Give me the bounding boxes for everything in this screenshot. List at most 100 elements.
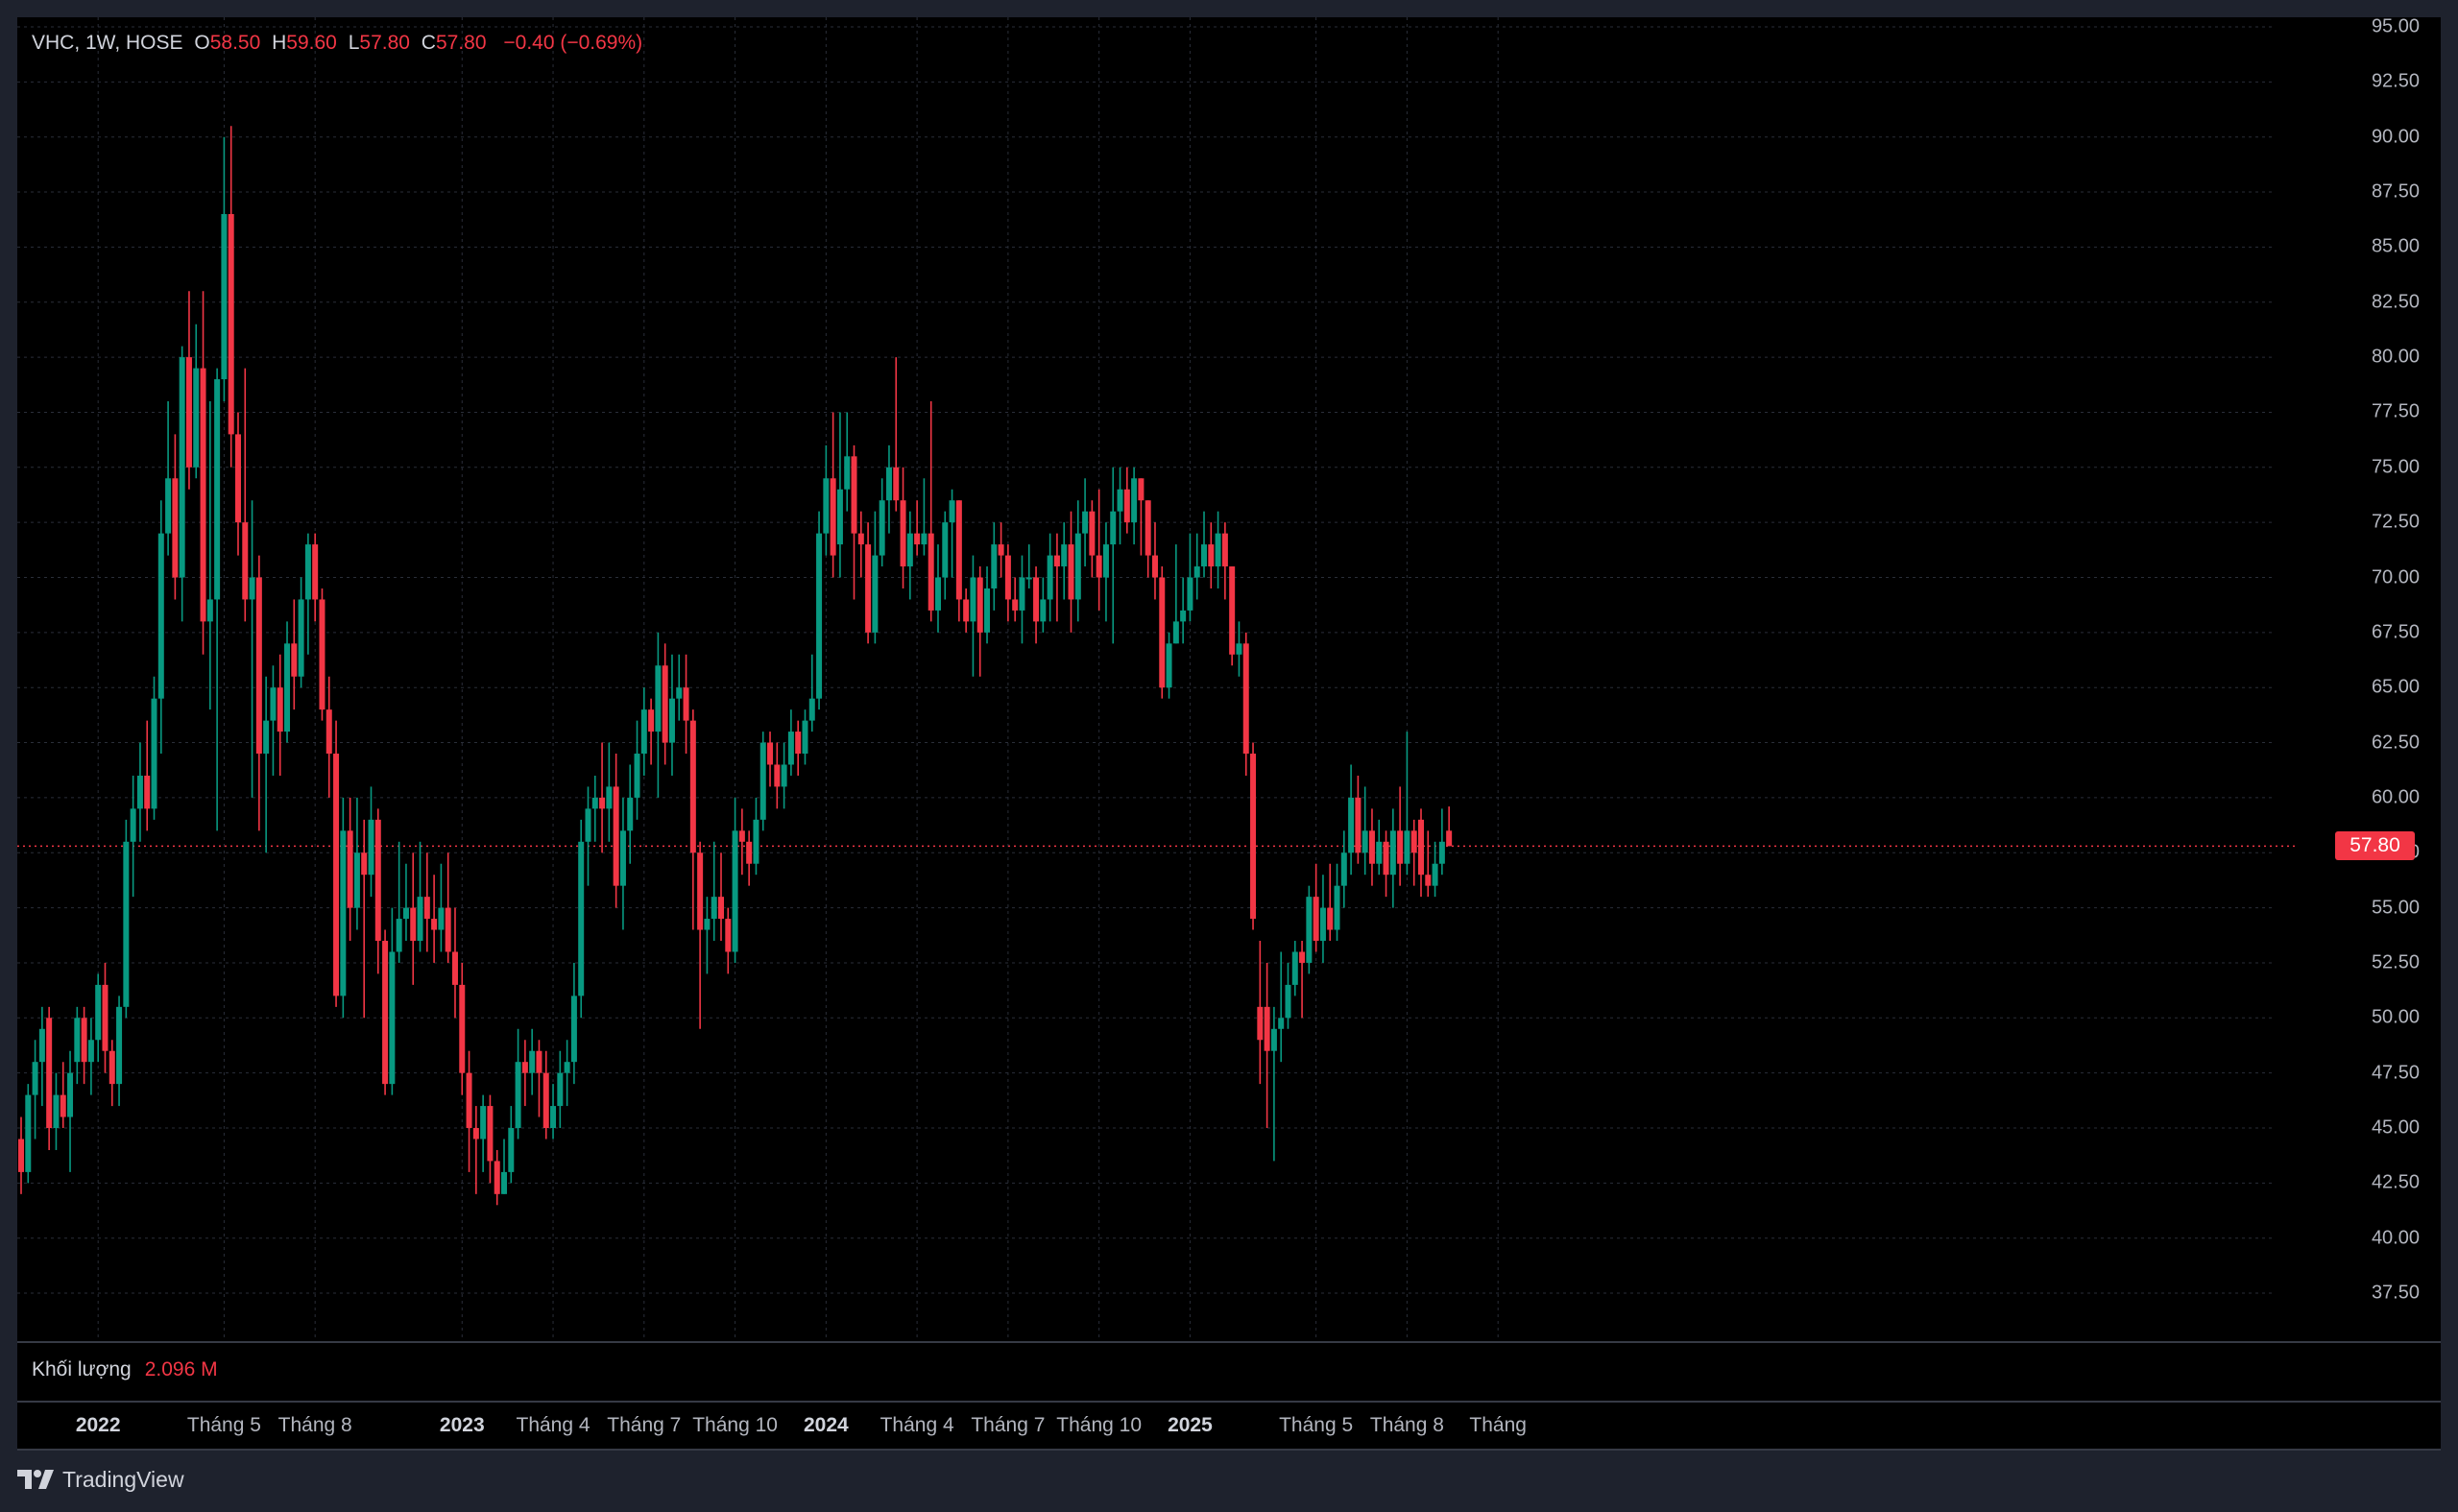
price-tick-label: 37.50	[2371, 1282, 2420, 1304]
candle-body	[521, 1062, 528, 1073]
candle-body	[95, 984, 102, 1041]
candle-body	[1110, 511, 1117, 545]
candle-body	[1242, 643, 1249, 755]
open-value: 58.50	[209, 32, 261, 54]
candle-body	[353, 852, 360, 908]
candle-body	[1313, 897, 1319, 942]
candle-body	[578, 841, 585, 996]
candle-body	[1208, 544, 1215, 567]
candle-body	[1047, 555, 1053, 600]
candle-body	[1082, 511, 1089, 534]
candle-body	[1278, 1018, 1285, 1029]
candle-body	[179, 357, 185, 578]
time-tick-label: Tháng 5	[186, 1414, 261, 1436]
candle-body	[893, 467, 900, 501]
candle-body	[732, 830, 738, 952]
candle-body	[963, 599, 970, 622]
candle-body	[417, 897, 423, 942]
candle-body	[157, 533, 164, 699]
candle-body	[214, 379, 221, 600]
candle	[1159, 566, 1166, 699]
candle-body	[591, 797, 598, 809]
time-tick-label: Tháng 7	[971, 1414, 1046, 1436]
candle-body	[872, 555, 879, 633]
candle-body	[1368, 830, 1375, 864]
price-tick-label: 82.50	[2371, 291, 2420, 313]
price-tick-label: 77.50	[2371, 400, 2420, 422]
candle-body	[1145, 500, 1151, 556]
candle-body	[529, 1050, 536, 1073]
candle	[123, 819, 130, 1019]
candle-body	[438, 907, 445, 930]
candle-body	[130, 808, 136, 842]
chart-canvas[interactable]	[0, 0, 2458, 1512]
candle-body	[1270, 1028, 1277, 1051]
candle-body	[1446, 830, 1453, 847]
candle-body	[445, 907, 451, 952]
candle-body	[746, 841, 753, 864]
candle-body	[1117, 489, 1123, 512]
candle-body	[1166, 643, 1172, 688]
chart-root: VHC, 1W, HOSE O58.50 H59.60 L57.80 C57.8…	[0, 0, 2458, 1512]
candle-body	[1340, 852, 1347, 886]
candle-body	[934, 577, 941, 611]
candle-body	[402, 907, 409, 920]
candle-body	[1074, 533, 1081, 600]
candle-body	[423, 897, 430, 920]
candle-body	[585, 808, 591, 842]
candle-body	[1201, 544, 1208, 567]
price-tick-label: 42.50	[2371, 1171, 2420, 1193]
price-tick-label: 65.00	[2371, 676, 2420, 698]
candle-body	[1221, 533, 1228, 567]
candle-body	[718, 897, 724, 920]
candle	[333, 720, 340, 1007]
tradingview-logo-icon	[17, 1469, 54, 1489]
candle-body	[1187, 577, 1193, 611]
price-tick-label: 85.00	[2371, 235, 2420, 257]
candle-body	[234, 434, 241, 523]
candle-body	[662, 665, 668, 743]
candle-body	[697, 852, 704, 930]
candle-body	[564, 1062, 570, 1073]
candle-body	[284, 643, 291, 732]
time-tick-label: Tháng 8	[1369, 1414, 1444, 1436]
candle-body	[1033, 577, 1040, 622]
candle-body	[361, 852, 368, 876]
candle-body	[1229, 566, 1236, 655]
candle-body	[1180, 610, 1187, 622]
candle-body	[949, 500, 955, 523]
candle-body	[1299, 951, 1306, 963]
candle-body	[808, 698, 815, 721]
tradingview-brand[interactable]: TradingView	[17, 1467, 184, 1493]
candle-body	[304, 544, 311, 600]
candle-body	[676, 687, 683, 699]
candle-body	[1306, 897, 1313, 963]
volume-label: Khối lượng	[32, 1358, 132, 1380]
candle-body	[627, 797, 634, 831]
candle	[1229, 566, 1236, 666]
candle	[1250, 742, 1257, 930]
price-tick-label: 45.00	[2371, 1116, 2420, 1139]
candle-body	[836, 489, 843, 545]
candle-body	[1193, 566, 1200, 578]
candle-body	[906, 533, 913, 567]
candle-body	[151, 698, 157, 809]
time-tick-label: Tháng 4	[880, 1414, 954, 1436]
time-tick-label: Tháng 8	[277, 1414, 352, 1436]
candle-body	[1257, 1006, 1264, 1041]
price-tick-label: 62.50	[2371, 732, 2420, 754]
candle-body	[1123, 489, 1130, 523]
candle-body	[787, 732, 794, 765]
symbol-label[interactable]: VHC, 1W, HOSE	[32, 32, 183, 54]
price-tick-label: 52.50	[2371, 951, 2420, 973]
candle-body	[570, 996, 577, 1063]
candle-body	[221, 213, 228, 380]
price-tick-label: 72.50	[2371, 511, 2420, 533]
candle	[578, 819, 585, 1019]
candle-body	[1040, 599, 1047, 622]
candle-body	[634, 754, 640, 798]
candle-body	[655, 665, 662, 732]
change-value: −0.40 (−0.69%)	[503, 32, 643, 54]
candle-body	[816, 533, 823, 699]
candle-body	[172, 478, 179, 578]
